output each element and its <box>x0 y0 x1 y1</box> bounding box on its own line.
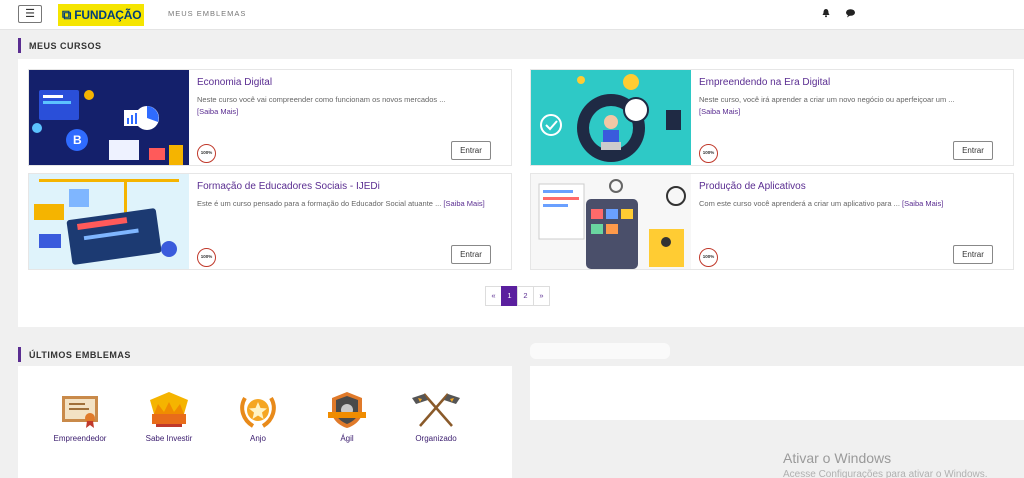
placeholder-block <box>530 343 670 359</box>
pagination-next[interactable]: » <box>533 286 550 306</box>
course-card: Formação de Educadores Sociais - IJEDi E… <box>28 173 512 270</box>
shield-badge-icon <box>328 392 366 428</box>
pagination-prev[interactable]: « <box>485 286 502 306</box>
windows-activation-title: Ativar o Windows <box>783 450 892 466</box>
accent-bar <box>18 38 21 53</box>
course-title[interactable]: Economia Digital <box>197 77 272 88</box>
emblem-label: Anjo <box>249 434 266 443</box>
course-card: B Economia Digital Neste curso você vai … <box>28 69 512 166</box>
emblems-panel: Empreendedor Sabe Investir Anjo Ágil Org… <box>18 366 512 478</box>
pagination-page-2[interactable]: 2 <box>517 286 534 306</box>
emblem-label: Sabe Investir <box>145 434 193 443</box>
brand-logo[interactable]: ⧉ FUNDAÇÃO <box>58 4 144 26</box>
enter-button[interactable]: Entrar <box>451 141 491 160</box>
course-description: Este é um curso pensado para a formação … <box>197 198 507 210</box>
emblem-item[interactable]: Ágil <box>307 390 387 443</box>
more-link[interactable]: [Saiba Mais] <box>699 107 740 116</box>
top-navbar: ☰ ⧉ FUNDAÇÃO MEUS EMBLEMAS <box>0 0 1024 30</box>
description-text: Neste curso você vai compreender como fu… <box>197 95 446 104</box>
course-thumbnail[interactable] <box>29 174 189 269</box>
course-description: Neste curso, você irá aprender a criar u… <box>699 94 1009 118</box>
progress-badge: 100% <box>197 144 216 163</box>
star-wreath-icon <box>240 396 276 428</box>
accent-bar <box>18 347 21 362</box>
emblem-label: Ágil <box>340 434 354 443</box>
more-link[interactable]: [Saiba Mais] <box>443 199 484 208</box>
course-description: Neste curso você vai compreender como fu… <box>197 94 507 118</box>
chat-icon[interactable] <box>845 8 856 20</box>
more-link[interactable]: [Saiba Mais] <box>197 107 238 116</box>
certificate-icon <box>62 396 98 428</box>
bell-icon[interactable] <box>821 8 831 20</box>
emblem-label: Organizado <box>415 434 457 443</box>
emblem-item[interactable]: Sabe Investir <box>129 390 209 443</box>
course-thumbnail[interactable] <box>531 70 691 165</box>
crown-icon <box>150 392 188 427</box>
description-text: Com este curso você aprenderá a criar um… <box>699 199 900 208</box>
right-panel <box>530 366 1024 420</box>
section-title: MEUS CURSOS <box>29 40 102 51</box>
more-link[interactable]: [Saiba Mais] <box>902 199 943 208</box>
emblem-item[interactable]: Anjo <box>218 390 298 443</box>
progress-badge: 100% <box>699 248 718 267</box>
crossed-flags-icon <box>412 393 460 427</box>
section-title: ÚLTIMOS EMBLEMAS <box>29 349 131 360</box>
course-card: Produção de Aplicativos Com este curso v… <box>530 173 1014 270</box>
pagination: « 1 2 » <box>485 286 550 306</box>
emblem-label: Empreendedor <box>53 434 107 443</box>
emblem-item[interactable]: Organizado <box>396 390 476 443</box>
bank-logo-icon: ⧉ <box>62 7 72 23</box>
brand-name: FUNDAÇÃO <box>74 8 142 22</box>
description-text: Neste curso, você irá aprender a criar u… <box>699 95 955 104</box>
hamburger-menu-button[interactable]: ☰ <box>18 5 42 23</box>
course-title[interactable]: Empreendendo na Era Digital <box>699 77 830 88</box>
section-header-courses: MEUS CURSOS <box>18 31 1024 60</box>
emblem-item[interactable]: Empreendedor <box>40 390 120 443</box>
enter-button[interactable]: Entrar <box>953 141 993 160</box>
description-text: Este é um curso pensado para a formação … <box>197 199 442 208</box>
windows-activation-subtitle: Acesse Configurações para ativar o Windo… <box>783 469 988 478</box>
course-thumbnail[interactable]: B <box>29 70 189 165</box>
enter-button[interactable]: Entrar <box>451 245 491 264</box>
nav-link-meus-emblemas[interactable]: MEUS EMBLEMAS <box>168 9 246 18</box>
pagination-page-1[interactable]: 1 <box>501 286 518 306</box>
progress-badge: 100% <box>197 248 216 267</box>
section-header-emblems: ÚLTIMOS EMBLEMAS <box>18 340 512 369</box>
enter-button[interactable]: Entrar <box>953 245 993 264</box>
course-card: Empreendendo na Era Digital Neste curso,… <box>530 69 1014 166</box>
course-title[interactable]: Formação de Educadores Sociais - IJEDi <box>197 181 380 192</box>
course-title[interactable]: Produção de Aplicativos <box>699 181 806 192</box>
course-thumbnail[interactable] <box>531 174 691 269</box>
svg-text:B: B <box>73 133 82 147</box>
course-description: Com este curso você aprenderá a criar um… <box>699 198 1009 210</box>
progress-badge: 100% <box>699 144 718 163</box>
